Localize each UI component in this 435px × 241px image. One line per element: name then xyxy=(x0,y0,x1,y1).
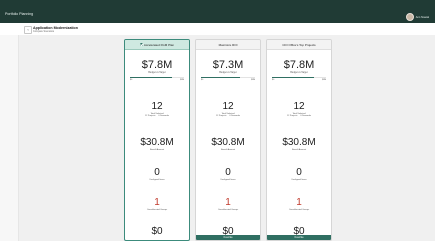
overallocated-value: 1 xyxy=(296,197,302,208)
budget-progress: $0 $8M xyxy=(272,76,326,81)
total-selected-stat: 12 Total Selected 12 Projects 0 Demands xyxy=(267,101,331,117)
unaligned-label: Unaligned Items xyxy=(149,178,165,181)
projects-count: 12 Projects xyxy=(144,115,156,118)
total-selected-value: 12 xyxy=(151,101,163,112)
budget-progress: $0 $8M xyxy=(130,76,184,81)
app-title: Portfolio Planning xyxy=(5,12,34,16)
projects-count: 12 Projects xyxy=(286,115,298,118)
user-menu[interactable]: Ann Nowak xyxy=(405,13,429,21)
budget-label: Budget vs Target xyxy=(290,71,308,74)
budget-value: $7.8M xyxy=(141,59,173,71)
benefit-value: $30.8M xyxy=(282,137,316,148)
scenario-card[interactable]: Accelerated FGM Plan $7.8M Budget vs Tar… xyxy=(124,39,190,241)
budget-progress-track xyxy=(201,76,255,79)
benefit-value: $30.8M xyxy=(140,137,174,148)
budget-progress-track xyxy=(272,76,326,79)
scenario-card-header[interactable]: Accelerated FGM Plan xyxy=(125,40,189,50)
scenario-name: Accelerated FGM Plan xyxy=(143,42,175,47)
scale-min: $0 xyxy=(272,78,275,81)
benefit-label: Benefit Amount xyxy=(291,148,307,151)
budget-scale: $0 $8M xyxy=(272,79,326,81)
overallocated-stat: 1 Overallocated Groups xyxy=(267,197,331,211)
page-subtitle: Compare Scenarios xyxy=(33,30,55,33)
overallocated-label: Overallocated Groups xyxy=(288,208,310,211)
benefit-stat: $30.8M Benefit Amount xyxy=(196,137,260,151)
demands-count: 0 Demands xyxy=(300,115,312,118)
demands-count: 0 Demands xyxy=(229,115,241,118)
budget-value: $7.8M xyxy=(283,59,315,71)
check-circle-icon xyxy=(139,43,143,46)
total-selected-value: 12 xyxy=(293,101,305,112)
overallocated-value: 1 xyxy=(154,197,160,208)
budget-progress-fill xyxy=(201,76,241,79)
scale-min: $0 xyxy=(130,78,133,81)
benefit-label: Benefit Amount xyxy=(149,148,165,151)
overallocated-stat: 1 Overallocated Groups xyxy=(196,197,260,211)
budget-progress-fill xyxy=(130,76,173,79)
budget-progress-track xyxy=(130,76,184,79)
budget-label: Budget vs Target xyxy=(219,71,237,74)
budget-progress-fill xyxy=(272,76,315,79)
scenario-name: Maximize ROI xyxy=(218,42,238,47)
override-button[interactable]: Override xyxy=(267,235,331,240)
benefit-value: $30.8M xyxy=(211,137,245,148)
budget-scale: $0 $8M xyxy=(130,79,184,81)
scale-max: $8M xyxy=(251,78,255,81)
scenario-card-header[interactable]: Maximize ROI xyxy=(196,40,260,50)
benefit-stat: $30.8M Benefit Amount xyxy=(267,137,331,151)
unaligned-label: Unaligned Items xyxy=(220,178,236,181)
unaligned-stat: 0 Unaligned Items xyxy=(267,167,331,181)
total-selected-value: 12 xyxy=(222,101,234,112)
scenario-card[interactable]: Maximize ROI $7.3M Budget vs Target $0 $… xyxy=(195,39,261,241)
avatar[interactable] xyxy=(405,13,414,21)
page-title: Application Modernization xyxy=(33,25,78,30)
benefit-label: Benefit Amount xyxy=(220,148,236,151)
total-selected-stat: 12 Total Selected 12 Projects 0 Demands xyxy=(125,101,189,117)
budget-progress: $0 $8M xyxy=(201,76,255,81)
unaligned-value: 0 xyxy=(225,167,231,178)
top-app-bar: Portfolio Planning Ann Nowak xyxy=(0,0,435,23)
overallocated-value: 1 xyxy=(225,197,231,208)
selected-breakdown: 12 Projects 0 Demands xyxy=(267,115,331,117)
scenario-card[interactable]: CIO Office's Top Projects $7.8M Budget v… xyxy=(266,39,332,241)
overallocated-label: Overallocated Groups xyxy=(217,208,239,211)
demands-count: 0 Demands xyxy=(158,115,170,118)
back-button[interactable]: ‹ xyxy=(24,26,32,34)
projects-count: 12 Projects xyxy=(215,115,227,118)
unaligned-stat: 0 Unaligned Items xyxy=(196,167,260,181)
benefit-stat: $30.8M Benefit Amount xyxy=(125,137,189,151)
partial-value: $0 xyxy=(151,226,163,237)
total-selected-stat: 12 Total Selected 12 Projects 0 Demands xyxy=(196,101,260,117)
unaligned-value: 0 xyxy=(154,167,160,178)
selected-breakdown: 12 Projects 0 Demands xyxy=(125,115,189,117)
unaligned-stat: 0 Unaligned Items xyxy=(125,167,189,181)
partial-stat: $0 xyxy=(125,226,189,237)
overallocated-label: Overallocated Groups xyxy=(146,208,168,211)
budget-scale: $0 $8M xyxy=(201,79,255,81)
scale-max: $8M xyxy=(180,78,184,81)
scale-min: $0 xyxy=(201,78,204,81)
scenario-name: CIO Office's Top Projects xyxy=(282,42,316,47)
left-rail xyxy=(0,35,19,241)
selected-breakdown: 12 Projects 0 Demands xyxy=(196,115,260,117)
unaligned-label: Unaligned Items xyxy=(291,178,307,181)
budget-value: $7.3M xyxy=(212,59,244,71)
user-name[interactable]: Ann Nowak xyxy=(416,16,429,19)
override-button[interactable]: Override xyxy=(196,235,260,240)
scale-max: $8M xyxy=(322,78,326,81)
unaligned-value: 0 xyxy=(296,167,302,178)
budget-label: Budget vs Target xyxy=(148,71,166,74)
scenario-card-header[interactable]: CIO Office's Top Projects xyxy=(267,40,331,50)
overallocated-stat: 1 Overallocated Groups xyxy=(125,197,189,211)
